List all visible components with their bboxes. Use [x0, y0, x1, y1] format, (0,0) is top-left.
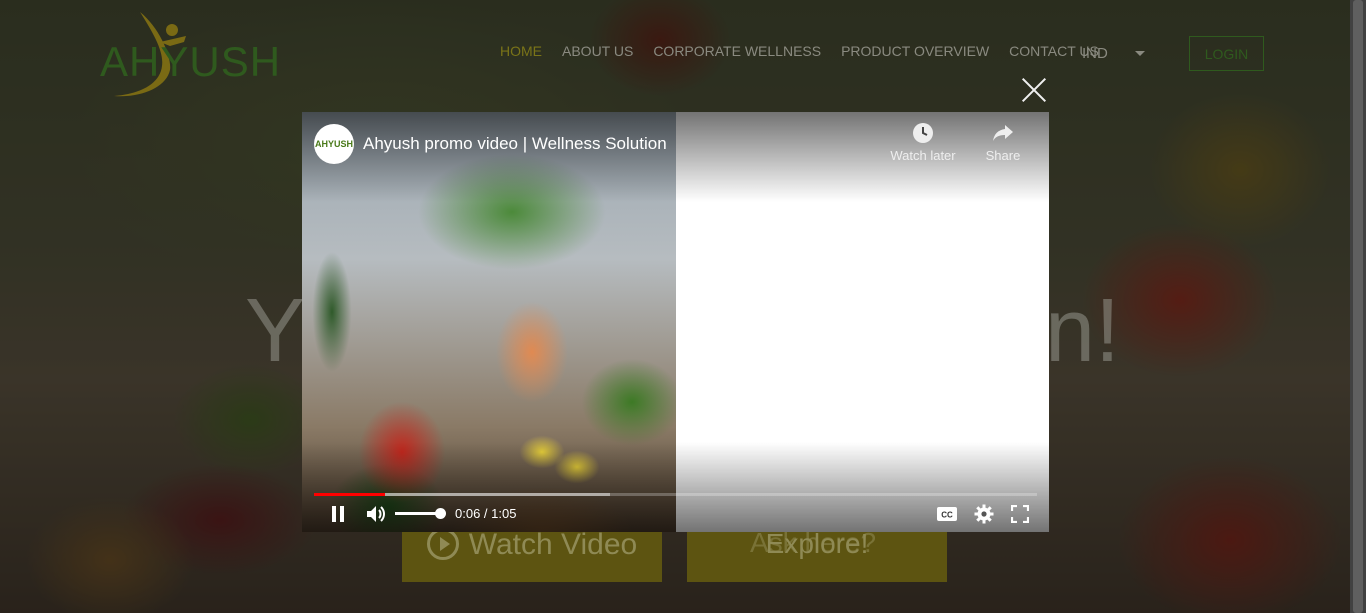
video-player[interactable]: AHYUSH Ahyush promo video | Wellness Sol…: [302, 112, 1049, 532]
hero-headline-right: n!: [1045, 281, 1121, 381]
login-button[interactable]: LOGIN: [1189, 36, 1264, 71]
share-button[interactable]: Share: [963, 122, 1043, 163]
close-modal-icon[interactable]: [1018, 74, 1050, 106]
watch-later-button[interactable]: Watch later: [883, 122, 963, 163]
logo-text: AHYUSH: [100, 38, 282, 85]
nav-item-about-us[interactable]: ABOUT US: [562, 43, 633, 59]
watch-video-label: Watch Video: [468, 528, 638, 561]
pause-button[interactable]: [328, 504, 348, 524]
progress-bar[interactable]: [314, 493, 1037, 496]
fullscreen-icon: [1011, 505, 1029, 523]
settings-button[interactable]: [973, 504, 995, 524]
main-navigation: HOME ABOUT US CORPORATE WELLNESS PRODUCT…: [500, 43, 1099, 59]
progress-played: [314, 493, 385, 496]
gear-icon: [974, 504, 994, 524]
time-display: 0:06 / 1:05: [455, 506, 517, 521]
watch-later-label: Watch later: [890, 148, 956, 163]
volume-icon: [367, 506, 385, 522]
volume-slider-handle[interactable]: [435, 508, 446, 519]
mute-button[interactable]: [365, 504, 387, 524]
hero-headline-left: Y: [245, 281, 306, 381]
captions-icon: CC: [937, 507, 957, 521]
chevron-down-icon[interactable]: [1135, 51, 1145, 56]
svg-text:CC: CC: [941, 511, 953, 520]
pause-icon-bar: [340, 506, 344, 522]
channel-avatar[interactable]: AHYUSH: [314, 124, 354, 164]
page-scrollbar[interactable]: [1350, 0, 1366, 613]
share-label: Share: [985, 148, 1021, 163]
nav-item-corporate-wellness[interactable]: CORPORATE WELLNESS: [653, 43, 821, 59]
video-title[interactable]: Ahyush promo video | Wellness Solution: [363, 134, 667, 154]
nav-item-product-overview[interactable]: PRODUCT OVERVIEW: [841, 43, 989, 59]
fullscreen-button[interactable]: [1009, 504, 1031, 524]
share-arrow-icon: [993, 125, 1013, 141]
play-circle-icon: [426, 528, 459, 560]
captions-button[interactable]: CC: [936, 504, 958, 524]
clock-icon: [913, 123, 933, 143]
pause-icon: [332, 506, 336, 522]
site-logo[interactable]: AHYUSH: [100, 8, 280, 100]
nav-item-home[interactable]: HOME: [500, 43, 542, 59]
language-selector[interactable]: IND: [1082, 45, 1108, 62]
scrollbar-thumb[interactable]: [1353, 0, 1363, 613]
